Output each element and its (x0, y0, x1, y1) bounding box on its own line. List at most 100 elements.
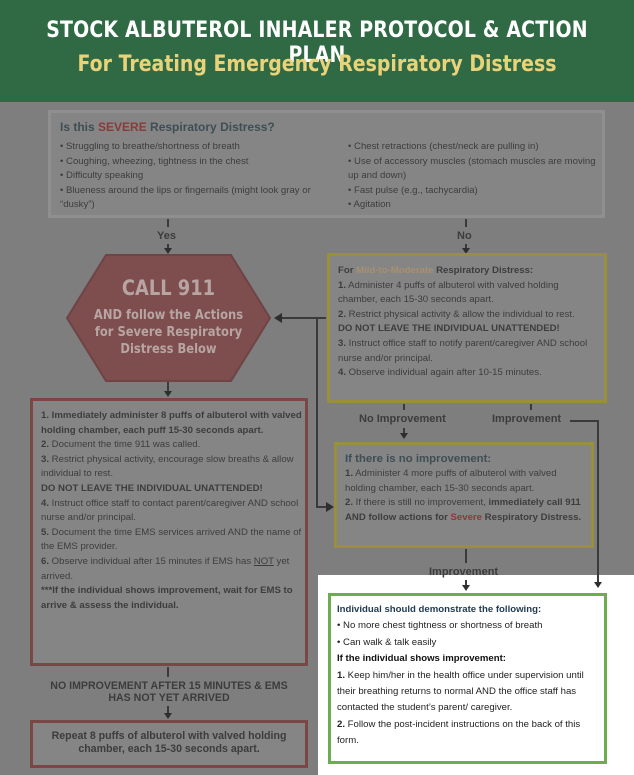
improvement-heading-2: If the individual shows improvement: (337, 653, 506, 665)
repeat-box: Repeat 8 puffs of albuterol with valved … (30, 720, 308, 768)
arrow-down-icon (594, 582, 602, 588)
step-text: Document the time EMS services arrived A… (41, 526, 302, 553)
severe-question-prefix: Is this (60, 120, 99, 134)
call-911-line: Distress Below (120, 342, 217, 357)
step-text-not: NOT (253, 555, 274, 567)
mild-step: 4. Observe individual again after 10-15 … (338, 366, 600, 381)
step-text-bold: AND follow actions for (345, 511, 451, 523)
step-number: 3. (41, 453, 50, 465)
step-number: 2. (345, 497, 354, 509)
step-number: 5. (41, 526, 50, 538)
severe-connector (167, 667, 169, 677)
step-text: Administer 4 puffs of albuterol with val… (338, 279, 559, 306)
step-number: 2. (41, 439, 50, 451)
improvement-content: Individual should demonstrate the follow… (337, 602, 601, 750)
severe-actions-box: 1. Immediately administer 8 puffs of alb… (30, 398, 308, 666)
no-improvement-content: If there is no improvement: 1. Administe… (345, 452, 589, 525)
severe-warning: DO NOT LEAVE THE INDIVIDUAL UNATTENDED! (41, 482, 263, 494)
step-text: Instruct office staff to notify parent/c… (338, 337, 588, 364)
improvement-box: Individual should demonstrate the follow… (328, 593, 607, 764)
connector-to-hexagon (282, 317, 326, 319)
arrow-left-icon (274, 313, 282, 323)
improvement-step: 1. Keep him/her in the health office und… (337, 668, 601, 717)
list-item: • Chest retractions (chest/neck are pull… (348, 141, 539, 152)
page-header: STOCK ALBUTEROL INHALER PROTOCOL & ACTIO… (0, 0, 634, 102)
list-item: • Can walk & talk easily (337, 636, 437, 648)
no-improvement-15-line: HAS NOT YET ARRIVED (108, 692, 230, 704)
no-connector-top (465, 219, 467, 227)
list-item: • Agitation (348, 199, 391, 211)
severe-highlight: SEVERE (98, 120, 147, 134)
step-text: Restrict physical activity, encourage sl… (41, 453, 294, 480)
severe-highlight: Severe (450, 511, 483, 523)
mild-warning: DO NOT LEAVE THE INDIVIDUAL UNATTENDED! (338, 323, 560, 335)
severe-question-suffix: Respiratory Distress? (146, 120, 275, 134)
call-911-instructions: AND follow the Actions for Severe Respir… (80, 307, 256, 358)
severe-symptoms-right: • Chest retractions (chest/neck are pull… (348, 140, 598, 213)
arrow-down-icon (164, 391, 172, 397)
step-text: Follow the post-incident instructions on… (337, 718, 581, 747)
list-item: • Fast pulse (e.g., tachycardia) (348, 184, 478, 196)
call-911-line: for Severe Respiratory (94, 325, 243, 340)
step-number: 6. (41, 555, 50, 567)
no-improvement-15-label: NO IMPROVEMENT AFTER 15 MINUTES & EMS HA… (30, 680, 308, 704)
no-label: No (457, 230, 472, 242)
no-improvement-label: No Improvement (359, 413, 446, 425)
no-improvement-15-line: NO IMPROVEMENT AFTER 15 MINUTES & EMS (50, 680, 288, 692)
severe-step: 2. Document the time 911 was called. (41, 438, 303, 453)
list-item: • Blueness around the lips or fingernail… (60, 184, 311, 211)
improvement-heading: Individual should demonstrate the follow… (337, 604, 542, 615)
mild-heading-suffix: Respiratory Distress: (433, 265, 534, 276)
improvement-connector-vertical (597, 420, 599, 583)
list-item: • Struggling to breathe/shortness of bre… (60, 141, 240, 152)
repeat-text: Repeat 8 puffs of albuterol with valved … (33, 730, 305, 756)
severe-step: 6. Observe individual after 15 minutes i… (41, 555, 303, 584)
step-number: 2. (337, 718, 346, 730)
list-item: • Difficulty speaking (60, 170, 144, 182)
step-number: 3. (338, 337, 347, 349)
severe-question: Is this SEVERE Respiratory Distress? (60, 120, 275, 134)
step-text: Instruct office staff to contact parent/… (41, 497, 299, 524)
step-number: 1. (337, 669, 346, 681)
mild-highlight: Mild-to-Moderate (356, 265, 434, 276)
list-item: • Coughing, wheezing, tightness in the c… (60, 155, 249, 167)
step-number: 2. (338, 308, 347, 320)
severe-step: 1. Immediately administer 8 puffs of alb… (41, 410, 302, 436)
call-911-line: AND follow the Actions (93, 308, 244, 323)
severe-step: 3. Restrict physical activity, encourage… (41, 453, 303, 482)
step-number: 1. (345, 468, 354, 479)
step-text: Observe individual again after 10-15 min… (346, 367, 542, 379)
improvement-connector (465, 549, 467, 563)
step-number: 1. (338, 279, 347, 291)
step-text-bold: immediately call 911 (488, 497, 581, 509)
step-number: 4. (41, 497, 50, 509)
list-item: • No more chest tightness or shortness o… (337, 620, 543, 632)
mild-heading: For Mild-to-Moderate Respiratory Distres… (338, 264, 600, 279)
severe-step: 4. Instruct office staff to contact pare… (41, 497, 303, 526)
step-text-bold: Respiratory Distress. (482, 511, 582, 523)
step-text: Keep him/her in the health office under … (337, 669, 584, 714)
step-text: Observe individual after 15 minutes if E… (49, 555, 254, 567)
arrow-right-icon (326, 502, 334, 512)
improvement-step: 2. Follow the post-incident instructions… (337, 717, 601, 750)
step-text: Restrict physical activity & allow the i… (346, 308, 575, 320)
arrow-down-icon (164, 713, 172, 719)
improvement-label: Improvement (429, 566, 499, 578)
severe-actions-content: 1. Immediately administer 8 puffs of alb… (41, 409, 303, 613)
mild-moderate-content: For Mild-to-Moderate Respiratory Distres… (338, 264, 600, 381)
severe-step: 5. Document the time EMS services arrive… (41, 526, 303, 555)
step-text: If there is still no improvement, (353, 497, 489, 509)
improvement-label: Improvement (492, 413, 562, 425)
severe-question-box: Is this SEVERE Respiratory Distress? • S… (48, 110, 605, 218)
repeat-line: chamber, each 15-30 seconds apart. (78, 743, 260, 755)
improvement-connector-horizontal (570, 420, 599, 422)
mild-heading-prefix: For (338, 265, 357, 276)
arrow-down-icon (462, 585, 470, 591)
no-improvement-heading: If there is no improvement: (345, 453, 492, 465)
call-911-title: CALL 911 (121, 276, 216, 300)
arrow-down-icon (400, 433, 408, 439)
list-item: • Use of accessory muscles (stomach musc… (348, 155, 596, 182)
mild-step: 2. Restrict physical activity & allow th… (338, 308, 600, 323)
no-improvement-step: 2. If there is still no improvement, imm… (345, 496, 589, 525)
yes-connector-top (167, 219, 169, 227)
